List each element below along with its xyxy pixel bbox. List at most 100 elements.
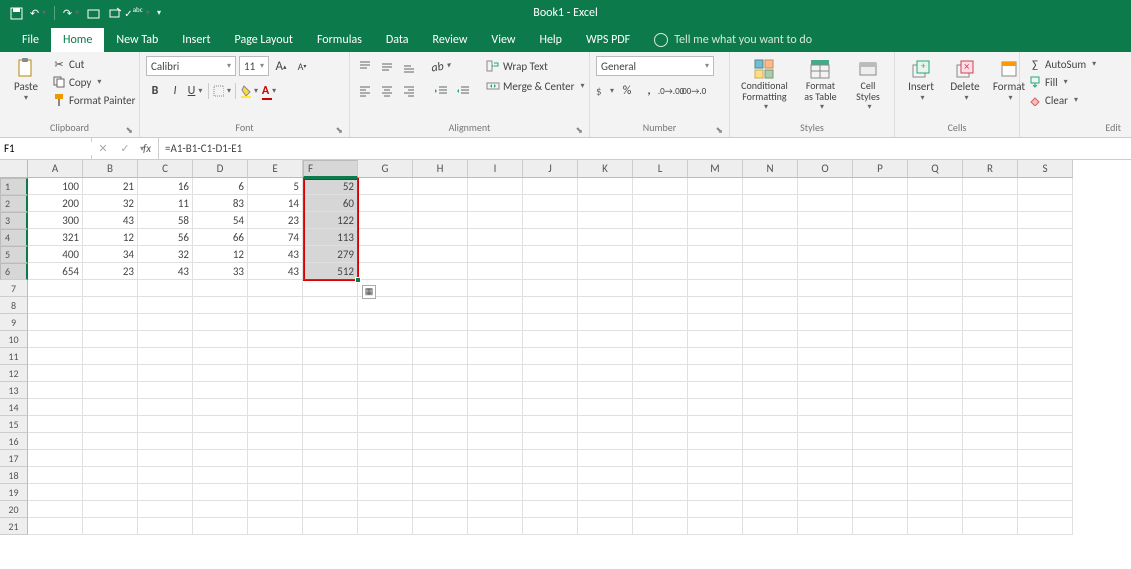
cell-H9[interactable] <box>413 314 468 331</box>
tab-wps-pdf[interactable]: WPS PDF <box>574 28 642 52</box>
column-header-D[interactable]: D <box>193 160 248 178</box>
cell-A21[interactable] <box>28 518 83 535</box>
cell-E5[interactable]: 43 <box>248 246 303 263</box>
cell-J10[interactable] <box>523 331 578 348</box>
cell-A17[interactable] <box>28 450 83 467</box>
cell-M12[interactable] <box>688 365 743 382</box>
cell-L16[interactable] <box>633 433 688 450</box>
cell-A4[interactable]: 321 <box>28 229 83 246</box>
cell-P20[interactable] <box>853 501 908 518</box>
cell-H1[interactable] <box>413 178 468 195</box>
cell-I11[interactable] <box>468 348 523 365</box>
cell-E19[interactable] <box>248 484 303 501</box>
cell-P9[interactable] <box>853 314 908 331</box>
cell-Q6[interactable] <box>908 263 963 280</box>
cell-J17[interactable] <box>523 450 578 467</box>
cell-B3[interactable]: 43 <box>83 212 138 229</box>
cell-S1[interactable] <box>1018 178 1073 195</box>
cell-H4[interactable] <box>413 229 468 246</box>
cell-D3[interactable]: 54 <box>193 212 248 229</box>
cell-I19[interactable] <box>468 484 523 501</box>
cell-S13[interactable] <box>1018 382 1073 399</box>
cell-L1[interactable] <box>633 178 688 195</box>
cell-A9[interactable] <box>28 314 83 331</box>
cell-O1[interactable] <box>798 178 853 195</box>
cell-K21[interactable] <box>578 518 633 535</box>
cell-I13[interactable] <box>468 382 523 399</box>
cell-I3[interactable] <box>468 212 523 229</box>
cell-D18[interactable] <box>193 467 248 484</box>
cell-J12[interactable] <box>523 365 578 382</box>
column-header-J[interactable]: J <box>523 160 578 178</box>
cell-E16[interactable] <box>248 433 303 450</box>
cell-P11[interactable] <box>853 348 908 365</box>
redo-icon[interactable]: ↷ <box>63 5 79 21</box>
cell-O14[interactable] <box>798 399 853 416</box>
cell-P18[interactable] <box>853 467 908 484</box>
cell-F14[interactable] <box>303 399 358 416</box>
cell-C13[interactable] <box>138 382 193 399</box>
column-header-F[interactable]: F <box>303 160 358 178</box>
cell-B1[interactable]: 21 <box>83 178 138 195</box>
cell-R19[interactable] <box>963 484 1018 501</box>
cell-B11[interactable] <box>83 348 138 365</box>
cell-Q13[interactable] <box>908 382 963 399</box>
cell-R4[interactable] <box>963 229 1018 246</box>
cell-P4[interactable] <box>853 229 908 246</box>
cell-E14[interactable] <box>248 399 303 416</box>
row-header-11[interactable]: 11 <box>0 348 28 365</box>
cell-C1[interactable]: 16 <box>138 178 193 195</box>
wrap-text-button[interactable]: Wrap Text <box>484 58 587 74</box>
cell-D15[interactable] <box>193 416 248 433</box>
cell-B4[interactable]: 12 <box>83 229 138 246</box>
cell-J4[interactable] <box>523 229 578 246</box>
cell-F12[interactable] <box>303 365 358 382</box>
cell-M11[interactable] <box>688 348 743 365</box>
cell-F20[interactable] <box>303 501 358 518</box>
row-header-12[interactable]: 12 <box>0 365 28 382</box>
accounting-format-icon[interactable]: $ <box>596 82 614 100</box>
row-header-7[interactable]: 7 <box>0 280 28 297</box>
cell-S20[interactable] <box>1018 501 1073 518</box>
cell-Q17[interactable] <box>908 450 963 467</box>
cell-H13[interactable] <box>413 382 468 399</box>
row-header-9[interactable]: 9 <box>0 314 28 331</box>
decrease-decimal-icon[interactable]: .00→.0 <box>684 82 702 100</box>
cell-L15[interactable] <box>633 416 688 433</box>
cell-S9[interactable] <box>1018 314 1073 331</box>
cell-I9[interactable] <box>468 314 523 331</box>
cell-G9[interactable] <box>358 314 413 331</box>
cell-R17[interactable] <box>963 450 1018 467</box>
cell-M3[interactable] <box>688 212 743 229</box>
cell-O20[interactable] <box>798 501 853 518</box>
cell-E6[interactable]: 43 <box>248 263 303 280</box>
cell-C11[interactable] <box>138 348 193 365</box>
cell-I10[interactable] <box>468 331 523 348</box>
cell-S12[interactable] <box>1018 365 1073 382</box>
align-right-icon[interactable] <box>400 82 418 100</box>
cell-N7[interactable] <box>743 280 798 297</box>
cell-J15[interactable] <box>523 416 578 433</box>
cell-J1[interactable] <box>523 178 578 195</box>
cell-G13[interactable] <box>358 382 413 399</box>
cell-J5[interactable] <box>523 246 578 263</box>
cell-L13[interactable] <box>633 382 688 399</box>
cell-A16[interactable] <box>28 433 83 450</box>
cell-P8[interactable] <box>853 297 908 314</box>
comma-format-icon[interactable]: , <box>640 82 658 100</box>
autofill-options-icon[interactable]: ▦ <box>362 285 376 299</box>
formula-input[interactable]: =A1-B1-C1-D1-E1 <box>159 138 1131 159</box>
cell-G12[interactable] <box>358 365 413 382</box>
cell-N21[interactable] <box>743 518 798 535</box>
cell-H10[interactable] <box>413 331 468 348</box>
cell-N5[interactable] <box>743 246 798 263</box>
cell-G6[interactable] <box>358 263 413 280</box>
cell-N1[interactable] <box>743 178 798 195</box>
cell-A1[interactable]: 100 <box>28 178 83 195</box>
cell-R13[interactable] <box>963 382 1018 399</box>
cell-S8[interactable] <box>1018 297 1073 314</box>
cell-A5[interactable]: 400 <box>28 246 83 263</box>
cell-E13[interactable] <box>248 382 303 399</box>
cell-J2[interactable] <box>523 195 578 212</box>
cell-N9[interactable] <box>743 314 798 331</box>
